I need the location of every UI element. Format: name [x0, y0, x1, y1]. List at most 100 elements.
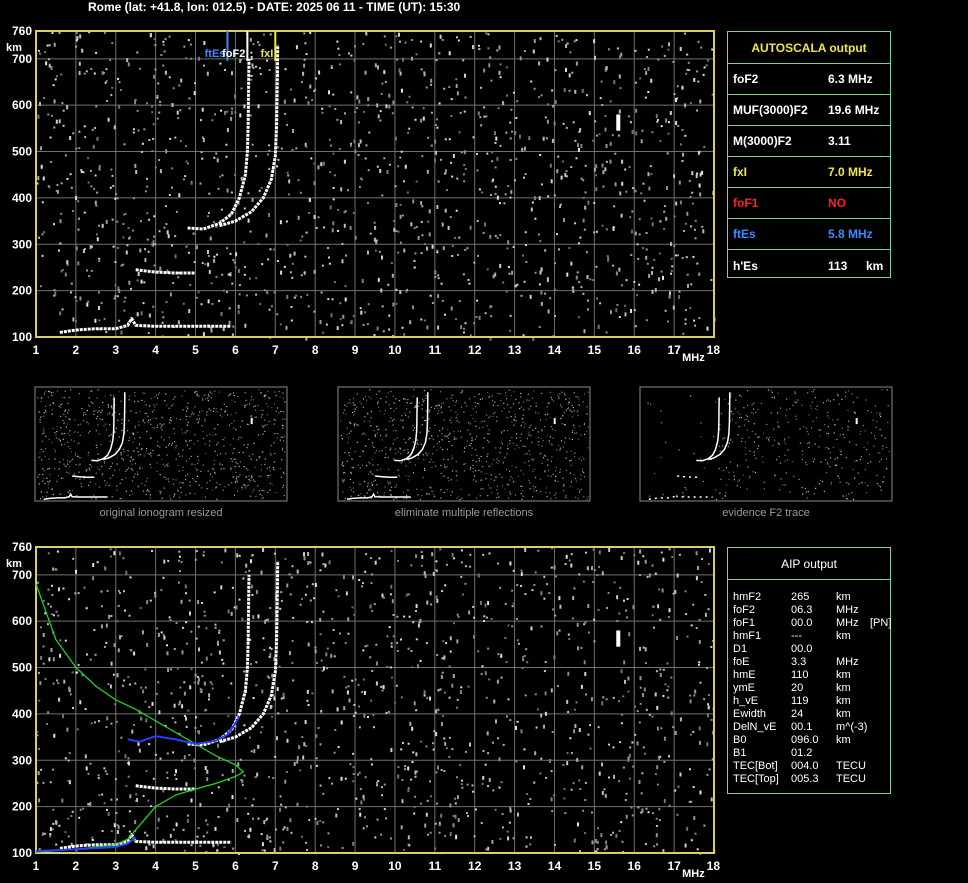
noise-dot: [560, 175, 563, 180]
thumbnail-noise: [344, 404, 346, 406]
thumbnail-noise: [224, 486, 226, 488]
noise-dot: [352, 780, 355, 783]
thumbnail-noise: [880, 489, 882, 491]
noise-dot: [61, 798, 64, 803]
noise-dot: [226, 188, 229, 193]
thumbnail-noise: [847, 429, 849, 431]
noise-dot: [695, 627, 698, 630]
noise-dot: [670, 257, 673, 260]
thumbnail-noise: [362, 398, 364, 400]
noise-dot: [540, 94, 543, 97]
noise-dot: [582, 292, 585, 295]
noise-dot: [369, 656, 372, 659]
noise-dot: [396, 650, 399, 652]
thumbnail-noise: [563, 485, 565, 487]
thumbnail-noise: [762, 461, 764, 463]
thumbnail-noise: [39, 411, 41, 413]
thumbnail-noise: [157, 440, 159, 442]
noise-dot: [179, 570, 181, 572]
thumbnail-noise: [836, 438, 838, 441]
noise-dot: [183, 45, 186, 48]
thumbnail-noise: [794, 401, 796, 403]
thumbnail-noise: [61, 403, 63, 405]
noise-dot: [197, 600, 200, 604]
thumbnail-noise: [165, 478, 167, 480]
thumbnail-noise: [549, 492, 551, 494]
noise-dot: [597, 324, 600, 329]
thumbnail-noise: [455, 401, 457, 403]
noise-dot: [563, 218, 565, 223]
noise-dot: [166, 752, 169, 755]
thumbnail-noise: [360, 403, 363, 405]
noise-dot: [422, 107, 425, 110]
thumbnail-noise: [262, 451, 264, 453]
noise-dot: [123, 309, 126, 312]
noise-dot: [473, 634, 475, 639]
noise-dot: [303, 552, 305, 557]
noise-dot: [161, 321, 164, 324]
noise-dot: [448, 755, 451, 758]
thumbnail-noise: [867, 442, 869, 444]
noise-dot: [360, 800, 363, 805]
noise-dot: [282, 828, 285, 831]
y-tick-label: 200: [12, 800, 32, 814]
noise-dot: [362, 794, 365, 799]
noise-dot: [443, 87, 446, 90]
noise-dot: [567, 711, 570, 713]
noise-dot: [344, 642, 347, 644]
noise-dot: [434, 139, 437, 144]
noise-dot: [550, 688, 553, 693]
thumbnail-noise: [796, 402, 798, 404]
thumbnail-noise: [423, 389, 425, 392]
thumbnail-noise: [95, 498, 97, 500]
thumbnail-noise: [810, 390, 813, 393]
noise-dot: [202, 551, 205, 554]
noise-dot: [667, 696, 670, 699]
noise-dot: [37, 114, 40, 119]
thumbnail-noise: [203, 437, 205, 440]
thumbnail-frame: [337, 386, 591, 502]
noise-dot: [614, 152, 617, 155]
thumbnail-noise: [111, 462, 114, 464]
thumbnail-noise: [75, 464, 77, 466]
thumbnail-noise: [421, 424, 423, 426]
noise-dot: [625, 609, 628, 612]
thumbnail-noise: [97, 389, 99, 391]
noise-dot: [341, 242, 344, 245]
thumbnail-noise: [808, 443, 811, 445]
noise-dot: [525, 845, 528, 848]
noise-dot: [373, 221, 376, 224]
thumbnail-noise: [58, 438, 60, 440]
thumbnail-noise: [492, 400, 494, 402]
thumbnail-noise: [103, 461, 106, 463]
noise-dot: [679, 717, 682, 722]
x-tick-label: 15: [588, 343, 602, 357]
noise-dot: [586, 94, 588, 97]
thumbnail-noise: [522, 473, 525, 475]
thumbnail-noise: [64, 410, 66, 412]
noise-dot: [417, 235, 420, 240]
noise-dot: [592, 548, 595, 551]
noise-dot: [472, 45, 474, 50]
noise-dot: [136, 109, 139, 112]
noise-dot: [214, 113, 216, 116]
noise-dot: [42, 781, 45, 784]
thumbnail-noise: [763, 488, 765, 490]
noise-dot: [151, 150, 154, 152]
noise-dot: [142, 689, 145, 694]
noise-dot: [174, 254, 177, 259]
thumbnail-noise: [778, 443, 780, 445]
noise-dot: [437, 689, 440, 692]
noise-dot: [221, 174, 224, 177]
thumbnail-noise: [737, 480, 739, 483]
noise-dot: [241, 617, 244, 622]
noise-dot: [114, 284, 117, 287]
noise-dot: [523, 146, 526, 151]
noise-dot: [697, 150, 700, 155]
thumbnail-noise: [197, 469, 199, 471]
noise-dot: [269, 248, 272, 251]
noise-dot: [60, 212, 63, 215]
thumbnail-noise: [430, 458, 432, 461]
thumbnail-noise: [179, 482, 181, 484]
thumbnail-noise: [128, 420, 130, 422]
